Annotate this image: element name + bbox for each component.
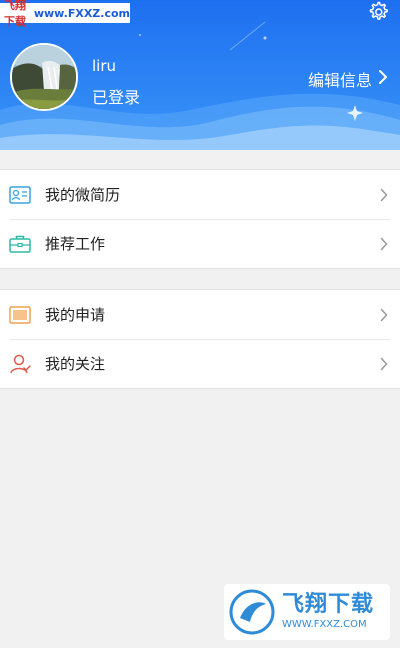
watermark-top: 飞翔下载 www.FXXZ.com: [0, 0, 130, 28]
edit-info-button[interactable]: 编辑信息: [308, 67, 388, 91]
watermark-bottom: 飞翔下载 WWW.FXXZ.COM: [224, 584, 390, 640]
watermark-top-url: www.FXXZ.com: [33, 6, 130, 20]
menu-group-activity: 我的申请 我的关注: [0, 289, 400, 389]
menu-item-my-follows[interactable]: 我的关注: [0, 339, 400, 388]
profile-header: 飞翔下载 www.FXXZ.com liru 已登录 编辑信息: [0, 0, 400, 150]
menu-item-recommended-jobs[interactable]: 推荐工作: [0, 219, 400, 268]
chevron-right-icon: [380, 237, 388, 251]
edit-info-label: 编辑信息: [307, 71, 372, 90]
menu-group-profile: 我的微简历 推荐工作: [0, 169, 400, 269]
menu-item-label: 我的申请: [45, 306, 106, 324]
avatar-image: [12, 45, 76, 109]
resume-card-icon: [9, 184, 31, 206]
watermark-top-cn: 飞翔下载: [4, 0, 26, 28]
chevron-right-icon: [378, 69, 388, 89]
menu-item-my-resume[interactable]: 我的微简历: [0, 170, 400, 219]
watermark-logo-icon: [229, 589, 275, 635]
chevron-right-icon: [380, 357, 388, 371]
chevron-right-icon: [380, 188, 388, 202]
menu-item-label: 推荐工作: [45, 235, 106, 253]
follow-user-icon: [9, 353, 31, 375]
application-icon: [9, 304, 31, 326]
avatar[interactable]: [10, 43, 78, 111]
settings-button[interactable]: [366, 0, 390, 24]
gear-icon: [369, 1, 388, 20]
menu-item-label: 我的微简历: [45, 186, 121, 204]
menu-item-label: 我的关注: [45, 355, 106, 373]
username: liru: [92, 57, 117, 75]
briefcase-icon: [9, 233, 31, 255]
login-status: 已登录: [92, 88, 141, 107]
watermark-bottom-title: 飞翔下载: [282, 592, 375, 617]
menu-item-my-applications[interactable]: 我的申请: [0, 290, 400, 339]
chevron-right-icon: [380, 308, 388, 322]
watermark-bottom-url: WWW.FXXZ.COM: [282, 619, 367, 630]
